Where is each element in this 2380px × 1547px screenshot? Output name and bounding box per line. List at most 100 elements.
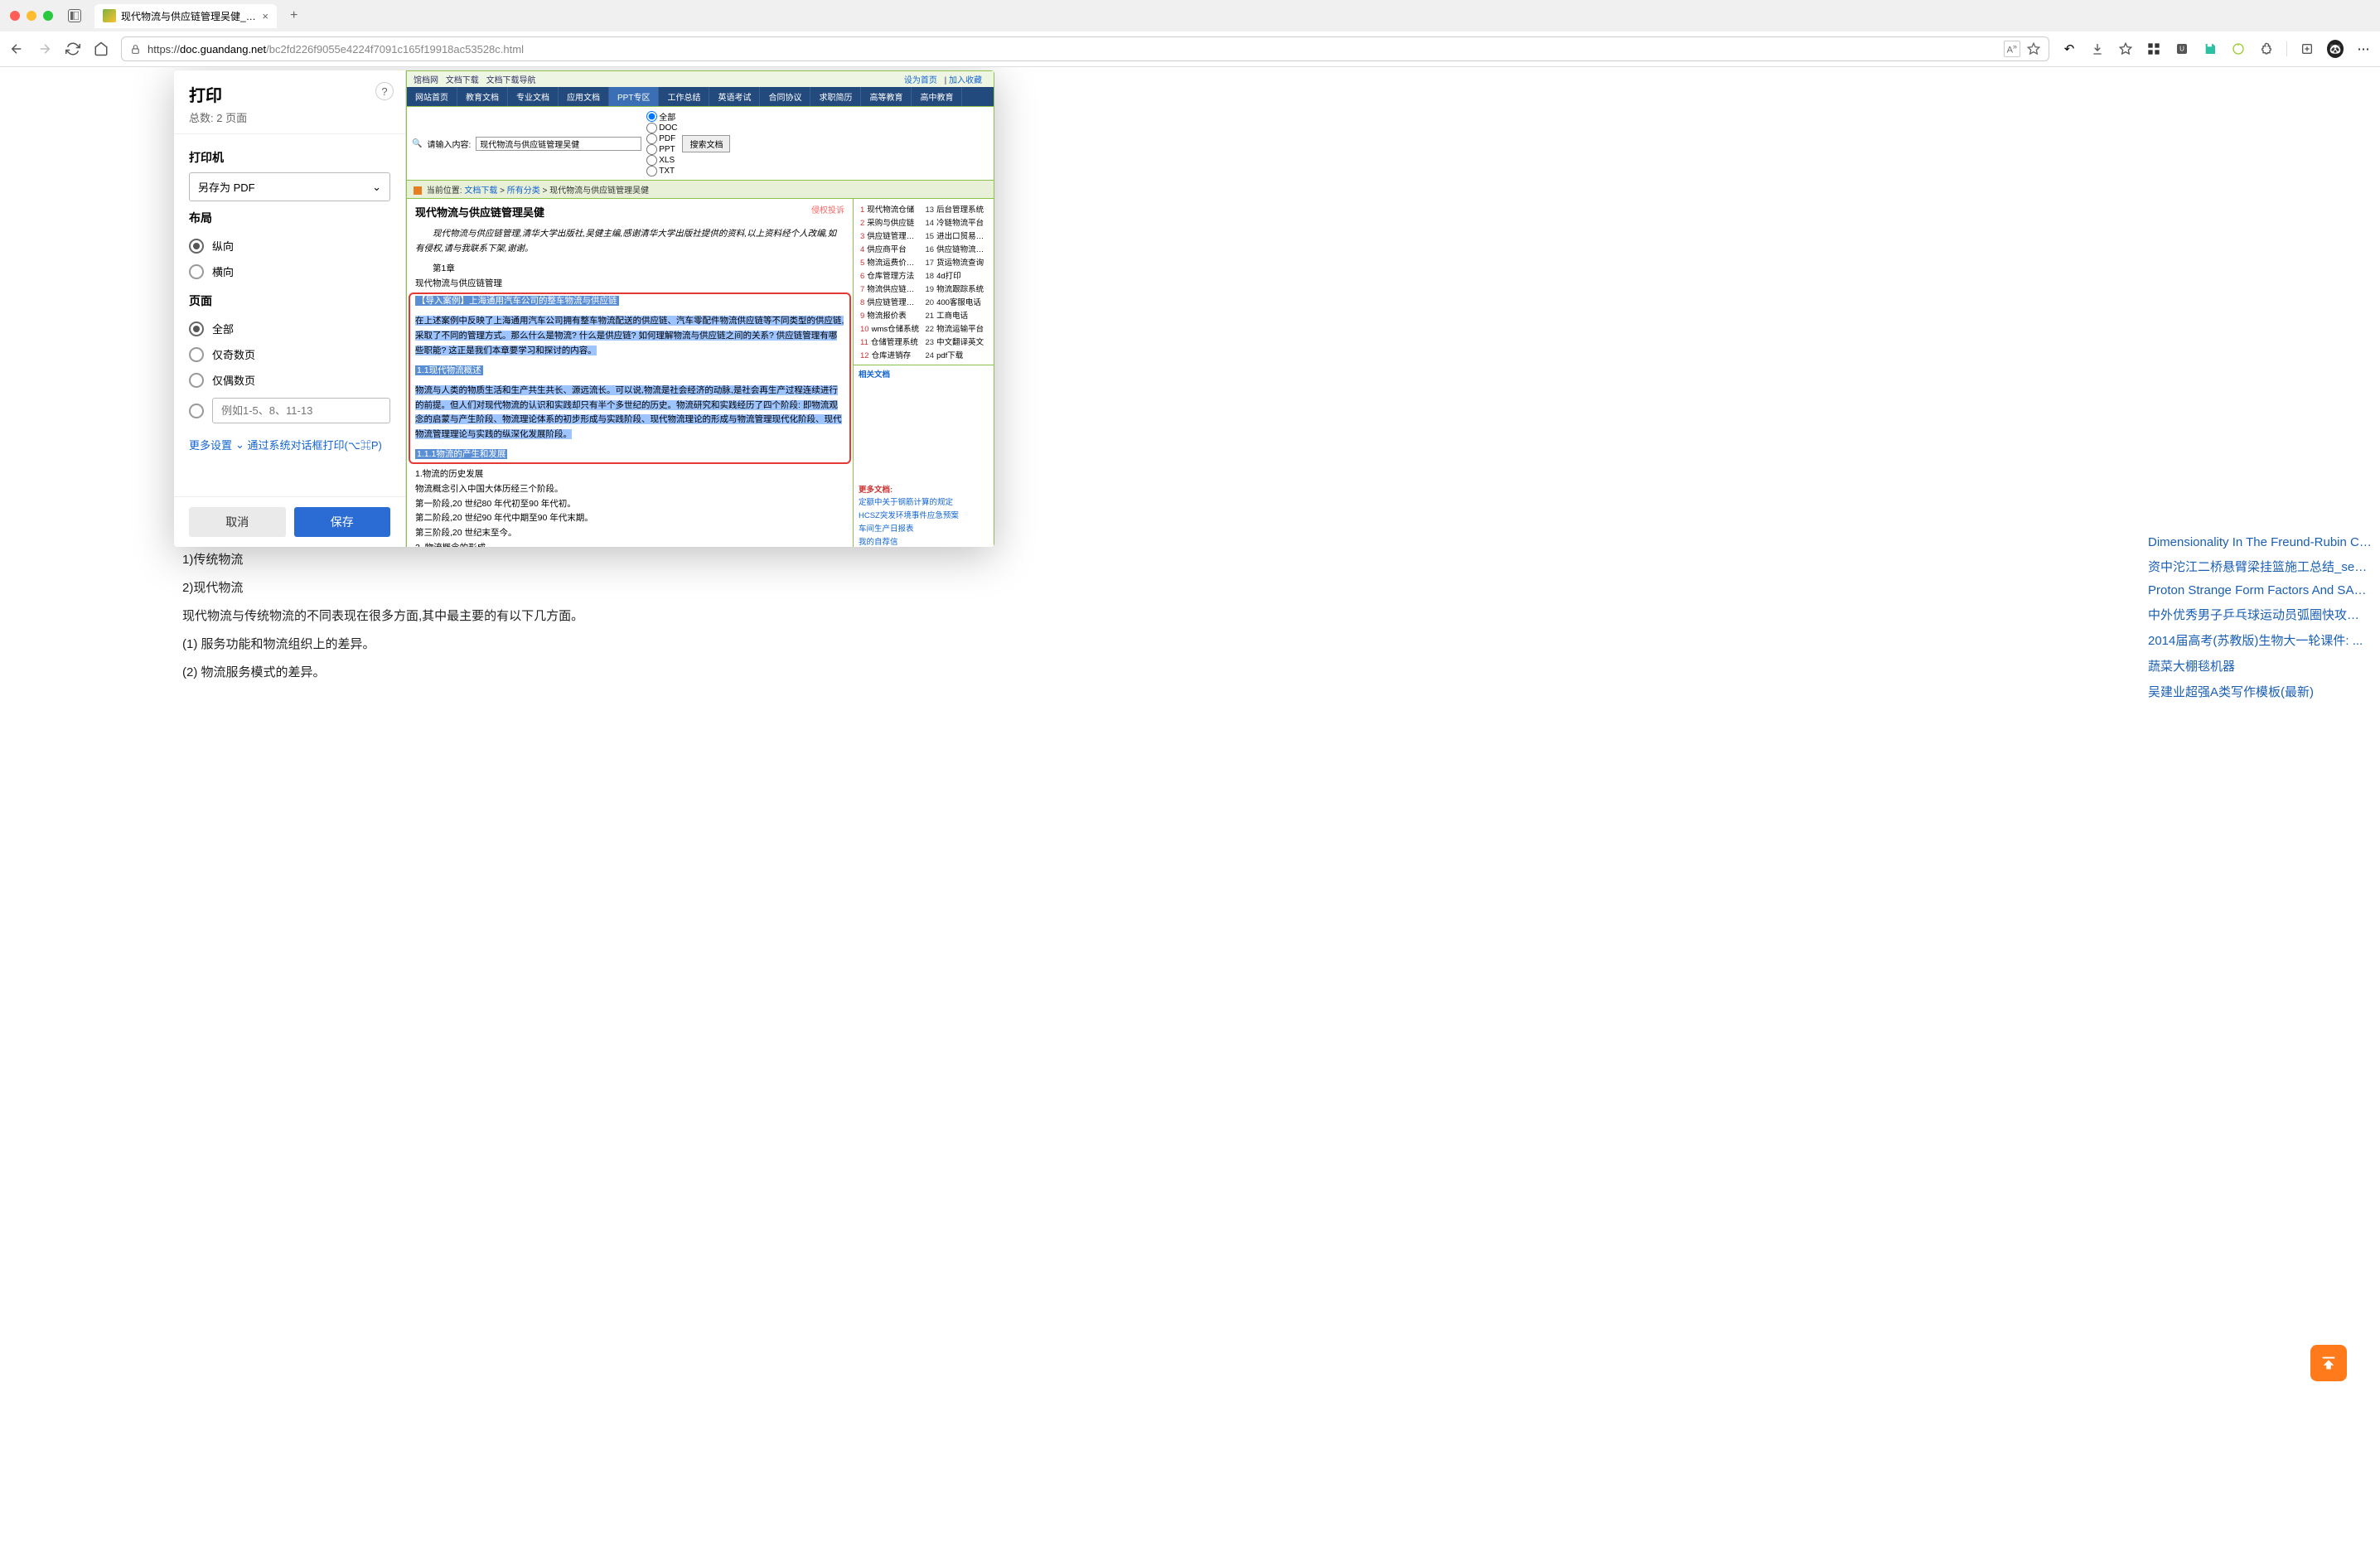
pages-even-radio[interactable]: 仅偶数页 [189, 367, 390, 393]
ext-collections-icon[interactable] [2299, 41, 2315, 57]
cancel-button[interactable]: 取消 [189, 507, 286, 537]
ext-badge-icon[interactable]: U [2174, 41, 2190, 57]
hot-link[interactable]: 15进出口贸易公司 [924, 229, 989, 242]
close-window-icon[interactable] [10, 11, 20, 21]
search-filter-radio[interactable]: PDF [646, 133, 677, 144]
hot-link[interactable]: 5物流运费价格表 [859, 255, 924, 268]
bg-link[interactable]: Proton Strange Form Factors And SAM... [2148, 579, 2372, 602]
ext-circle-icon[interactable] [2230, 41, 2247, 57]
nav-item[interactable]: 高等教育 [861, 87, 912, 106]
bg-link[interactable]: 吴建业超强A类写作模板(最新) [2148, 679, 2372, 704]
hot-link[interactable]: 12仓库进销存 [859, 348, 924, 361]
nav-item[interactable]: 网站首页 [407, 87, 457, 106]
pages-all-radio[interactable]: 全部 [189, 316, 390, 341]
hot-link[interactable]: 1现代物流仓储 [859, 202, 924, 215]
nav-item[interactable]: PPT专区 [609, 87, 659, 106]
nav-item[interactable]: 求职简历 [810, 87, 861, 106]
topbar-link[interactable]: 加入收藏 [949, 76, 982, 85]
hot-link[interactable]: 14冷链物流平台 [924, 215, 989, 229]
printer-select[interactable]: 另存为 PDF ⌄ [189, 172, 390, 201]
ext-download-icon[interactable] [2089, 41, 2106, 57]
hot-link[interactable]: 2采购与供应链 [859, 215, 924, 229]
search-filter-radio[interactable]: 全部 [646, 110, 677, 123]
layout-landscape-radio[interactable]: 横向 [189, 259, 390, 284]
bg-link[interactable]: 中外优秀男子乒乓球运动员弧圈快攻类打法... [2148, 602, 2372, 627]
hot-link[interactable]: 11仓储管理系统 [859, 335, 924, 348]
hot-link[interactable]: 22物流运输平台 [924, 321, 989, 335]
hot-link[interactable]: 13后台管理系统 [924, 202, 989, 215]
browser-tab[interactable]: 现代物流与供应链管理吴健_文... × [94, 4, 277, 28]
ext-puzzle-icon[interactable] [2258, 41, 2275, 57]
sidebar-toggle-icon[interactable] [68, 9, 81, 22]
hot-link[interactable]: 184d打印 [924, 268, 989, 282]
ext-grid-icon[interactable] [2145, 41, 2162, 57]
more-link[interactable]: 我的自荐信 [859, 534, 989, 547]
hot-link[interactable]: 23中文翻译英文 [924, 335, 989, 348]
forward-button[interactable] [36, 41, 53, 57]
pages-range-radio[interactable] [189, 393, 390, 428]
hot-link[interactable]: 3供应链管理培训 [859, 229, 924, 242]
breadcrumb-link[interactable]: 文档下载 [464, 186, 497, 196]
new-tab-button[interactable]: + [290, 8, 298, 23]
ext-star-plus-icon[interactable] [2117, 41, 2134, 57]
topbar-link[interactable]: 文档下载导航 [486, 76, 536, 85]
ext-save-icon[interactable] [2202, 41, 2218, 57]
more-link[interactable]: 定额中关于钢筋计算的规定 [859, 495, 989, 508]
address-bar[interactable]: https://doc.guandang.net/bc2fd226f9055e4… [121, 36, 2049, 61]
search-button[interactable]: 搜索文档 [682, 135, 730, 152]
hot-link[interactable]: 20400客服电话 [924, 295, 989, 308]
nav-item[interactable]: 合同协议 [760, 87, 810, 106]
reload-button[interactable] [65, 41, 81, 57]
search-filter-radio[interactable]: XLS [646, 155, 677, 166]
hot-link[interactable]: 7物流供应链管理 [859, 282, 924, 295]
system-print-link[interactable]: 通过系统对话框打印(⌥⌘P) [248, 437, 382, 452]
home-button[interactable] [93, 41, 109, 57]
report-link[interactable]: 侵权投诉 [811, 204, 844, 222]
more-menu-icon[interactable]: ⋯ [2355, 41, 2372, 57]
nav-item[interactable]: 教育文档 [457, 87, 508, 106]
bg-link[interactable]: 资中沱江二桥悬臂梁挂篮施工总结_secre... [2148, 554, 2372, 579]
hot-link[interactable]: 24pdf下载 [924, 348, 989, 361]
window-controls[interactable] [10, 11, 53, 21]
search-filter-radio[interactable]: PPT [646, 144, 677, 155]
hot-link[interactable]: 10wms仓储系统 [859, 321, 924, 335]
hot-link[interactable]: 9物流报价表 [859, 308, 924, 321]
search-input[interactable] [476, 137, 641, 151]
topbar-link[interactable]: 设为首页 [904, 76, 937, 85]
save-button[interactable]: 保存 [294, 507, 391, 537]
pages-range-input[interactable] [212, 398, 390, 423]
minimize-window-icon[interactable] [27, 11, 36, 21]
layout-portrait-radio[interactable]: 纵向 [189, 233, 390, 259]
bg-link[interactable]: 蔬菜大棚毯机器 [2148, 653, 2372, 679]
hot-link[interactable]: 21工商电话 [924, 308, 989, 321]
breadcrumb-link[interactable]: 所有分类 [507, 186, 540, 196]
hot-link[interactable]: 8供应链管理平台 [859, 295, 924, 308]
close-tab-icon[interactable]: × [262, 10, 268, 22]
hot-link[interactable]: 16供应链物流管理 [924, 242, 989, 255]
favorite-icon[interactable] [2027, 42, 2040, 56]
hot-link[interactable]: 4供应商平台 [859, 242, 924, 255]
more-link[interactable]: HCSZ突发环境事件应急预案 [859, 508, 989, 521]
hot-link[interactable]: 6仓库管理方法 [859, 268, 924, 282]
ext-undo-icon[interactable]: ↶ [2061, 41, 2078, 57]
search-filter-radio[interactable]: TXT [646, 166, 677, 176]
topbar-link[interactable]: 馆档网 [414, 76, 438, 85]
reader-mode-icon[interactable]: A» [2004, 41, 2020, 57]
scroll-top-button[interactable] [2310, 1345, 2347, 1381]
print-preview[interactable]: 馆档网 文档下载 文档下载导航 设为首页 | 加入收藏 网站首页教育文档专业文档… [406, 70, 994, 547]
search-filter-radio[interactable]: DOC [646, 123, 677, 133]
nav-item[interactable]: 应用文档 [559, 87, 609, 106]
ext-avatar-icon[interactable]: 🐼 [2327, 41, 2344, 57]
hot-link[interactable]: 19物流跟踪系统 [924, 282, 989, 295]
pages-odd-radio[interactable]: 仅奇数页 [189, 341, 390, 367]
topbar-link[interactable]: 文档下载 [446, 76, 479, 85]
back-button[interactable] [8, 41, 25, 57]
nav-item[interactable]: 英语考试 [709, 87, 760, 106]
bg-link[interactable]: Dimensionality In The Freund-Rubin Co... [2148, 531, 2372, 554]
nav-item[interactable]: 专业文档 [508, 87, 559, 106]
help-button[interactable]: ? [375, 82, 394, 100]
more-link[interactable]: 车间生产日报表 [859, 521, 989, 534]
more-settings-link[interactable]: 更多设置⌄ [189, 437, 244, 452]
nav-item[interactable]: 高中教育 [912, 87, 962, 106]
hot-link[interactable]: 17货运物流查询 [924, 255, 989, 268]
